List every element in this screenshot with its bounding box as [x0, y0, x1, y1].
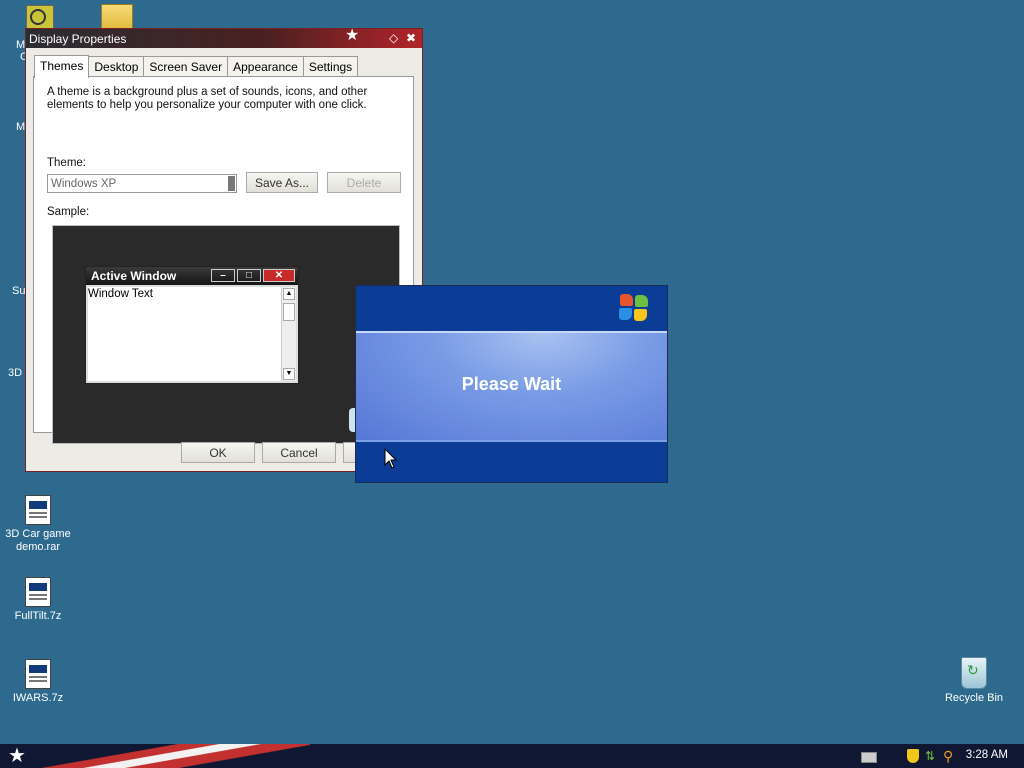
- minimize-icon: –: [211, 269, 235, 282]
- tab-appearance[interactable]: Appearance: [227, 56, 304, 76]
- desktop-icon-fulltilt[interactable]: FullTilt.7z: [3, 577, 73, 623]
- desktop-icon-label: 3D Car game demo.rar: [5, 528, 71, 553]
- delete-button[interactable]: Delete: [327, 172, 401, 193]
- sample-window-title: Active Window: [91, 269, 177, 283]
- 7z-file-icon: [25, 659, 51, 689]
- start-button[interactable]: ★: [4, 745, 30, 767]
- network-icon[interactable]: ⇅: [925, 749, 939, 763]
- sample-label: Sample:: [47, 206, 90, 218]
- tab-themes[interactable]: Themes: [34, 55, 90, 78]
- scroll-up-icon: ▲: [283, 288, 295, 300]
- sample-window-text: Window Text: [88, 288, 153, 300]
- rar-file-icon: [25, 495, 51, 525]
- maximize-icon: □: [237, 269, 261, 282]
- desktop-icon-recycle-bin[interactable]: ↻ Recycle Bin: [939, 657, 1009, 705]
- sample-active-window: Active Window – □ ✕ Window Text ▲ ▼: [85, 266, 299, 384]
- sample-scrollbar: ▲ ▼: [281, 287, 296, 381]
- keyboard-icon[interactable]: [861, 752, 877, 763]
- desktop-icon-label: FullTilt.7z: [14, 610, 62, 622]
- desktop-partial-label-4: Su: [12, 285, 26, 297]
- close-icon: ✕: [263, 269, 295, 282]
- save-as-button[interactable]: Save As...: [246, 172, 318, 193]
- sample-window-body: Window Text: [88, 287, 281, 381]
- search-icon[interactable]: ⚲: [943, 748, 959, 764]
- windows-logo-icon: [619, 294, 650, 322]
- cancel-button[interactable]: Cancel: [262, 442, 336, 463]
- desktop-icon-iwars[interactable]: IWARS.7z: [3, 659, 73, 705]
- close-icon[interactable]: ✖: [406, 31, 416, 45]
- star-icon[interactable]: ★: [345, 28, 359, 44]
- desktop-icon-label: Recycle Bin: [944, 692, 1004, 704]
- theme-label: Theme:: [47, 157, 86, 169]
- security-shield-icon[interactable]: [907, 749, 919, 763]
- desktop-partial-label-3: M: [16, 121, 26, 133]
- dropdown-arrow-icon[interactable]: [228, 176, 235, 191]
- scroll-thumb: [283, 303, 295, 321]
- tab-strip: Themes Desktop Screen Saver Appearance S…: [34, 55, 359, 78]
- restore-icon[interactable]: ◇: [389, 31, 398, 45]
- recycle-bin-icon: ↻: [961, 657, 987, 689]
- theme-sample-preview: Active Window – □ ✕ Window Text ▲ ▼: [52, 225, 400, 444]
- taskbar: ★ ⇅ ⚲ 3:28 AM: [0, 744, 1024, 768]
- please-wait-dialog: Please Wait: [355, 285, 668, 483]
- please-wait-message: Please Wait: [461, 374, 562, 394]
- theme-description: A theme is a background plus a set of so…: [47, 86, 368, 111]
- desktop-icon-3d-car-game[interactable]: 3D Car game demo.rar: [3, 495, 73, 554]
- tab-settings[interactable]: Settings: [302, 56, 359, 76]
- clock-icon: [30, 9, 46, 25]
- desktop-partial-label-1: M: [16, 39, 26, 51]
- scroll-down-icon: ▼: [283, 368, 295, 380]
- 7z-file-icon: [25, 577, 51, 607]
- flag-decoration: [30, 744, 310, 768]
- mouse-cursor-icon: [384, 448, 398, 469]
- window-title: Display Properties: [29, 32, 127, 46]
- taskbar-clock[interactable]: 3:28 AM: [966, 749, 1008, 761]
- star-icon: ★: [8, 745, 26, 767]
- ok-button[interactable]: OK: [181, 442, 255, 463]
- theme-select[interactable]: Windows XP: [47, 174, 237, 193]
- desktop-icon-label: IWARS.7z: [12, 692, 64, 704]
- sample-titlebar: Active Window – □ ✕: [86, 267, 298, 285]
- theme-select-value: Windows XP: [51, 178, 117, 190]
- desktop-partial-label-5: 3D: [8, 367, 23, 379]
- tab-screen-saver[interactable]: Screen Saver: [143, 56, 229, 76]
- tab-desktop[interactable]: Desktop: [88, 56, 145, 76]
- window-titlebar[interactable]: Display Properties ★ ◇ ✖: [26, 28, 422, 48]
